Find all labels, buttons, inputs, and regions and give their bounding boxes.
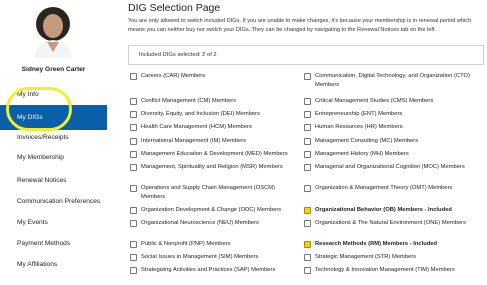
dig-checkbox[interactable] xyxy=(130,111,137,118)
dig-checkbox[interactable] xyxy=(130,207,137,214)
dig-option[interactable]: Management, Spirituality and Religion (M… xyxy=(130,163,300,172)
dig-option[interactable]: Human Resources (HR) Members xyxy=(304,123,484,132)
dig-checkbox[interactable] xyxy=(304,98,311,105)
dig-checkbox[interactable] xyxy=(304,124,311,131)
dig-checkbox[interactable] xyxy=(130,267,137,274)
dig-checkbox[interactable] xyxy=(130,151,137,158)
dig-option[interactable]: Strategizing Activities and Practices (S… xyxy=(130,266,300,275)
dig-label: Management History (MH) Members xyxy=(315,151,409,157)
dig-option[interactable]: Diversity, Equity, and Inclusion (DEI) M… xyxy=(130,110,300,119)
dig-label: Entrepreneurship (ENT) Members xyxy=(315,111,403,117)
dig-option[interactable]: Organizational Behavior (OB) Members - I… xyxy=(304,206,484,215)
selected-count-label: Included DIGs selected: 2 of 2 xyxy=(139,52,217,58)
dig-label: Conflict Management (CM) Members xyxy=(141,98,237,104)
dig-label: Operations and Supply Chain Management (… xyxy=(141,185,276,200)
nav-communication-preferences[interactable]: Communication Preferences xyxy=(0,191,107,213)
sidebar: Sidney Green Carter My Info My DIGs Invo… xyxy=(0,0,107,285)
dig-option[interactable]: Strategic Management (STR) Members xyxy=(304,253,484,262)
dig-label: Management Education & Development (MED)… xyxy=(141,151,288,157)
dig-option[interactable]: Entrepreneurship (ENT) Members xyxy=(304,110,484,119)
dig-label: Human Resources (HR) Members xyxy=(315,124,403,130)
dig-checkbox[interactable] xyxy=(304,220,311,227)
dig-label: International Management (IM) Members xyxy=(141,138,247,144)
dig-option[interactable]: Careers (CAR) Members xyxy=(130,72,300,81)
nav-renewal-notices[interactable]: Renewal Notices xyxy=(0,170,107,192)
dig-checkbox-checked[interactable] xyxy=(304,207,311,214)
selected-count-box: Included DIGs selected: 2 of 2 xyxy=(128,45,484,65)
dig-label: Technology & Innovation Management (TIM)… xyxy=(315,267,455,273)
avatar xyxy=(34,7,72,58)
nav-invoices-receipts[interactable]: Invoices/Receipts xyxy=(0,127,107,149)
dig-label: Organization Development & Change (ODC) … xyxy=(141,207,282,213)
dig-label: Social Issues in Management (SIM) Member… xyxy=(141,254,259,260)
dig-checkbox[interactable] xyxy=(304,164,311,171)
dig-label: Organizational Behavior (OB) Members - I… xyxy=(315,207,452,213)
dig-option[interactable]: Organizations & The Natural Environment … xyxy=(304,219,484,228)
dig-checkbox[interactable] xyxy=(130,185,137,192)
nav-my-info[interactable]: My Info xyxy=(0,84,107,106)
dig-label: Public & Nonprofit (PNP) Members xyxy=(141,241,231,247)
dig-option[interactable]: Management Education & Development (MED)… xyxy=(130,150,300,159)
dig-checkbox[interactable] xyxy=(304,267,311,274)
dig-option[interactable]: Communication, Digital Technology, and O… xyxy=(304,72,484,89)
main-content: DIG Selection Page You are only allowed … xyxy=(124,0,487,285)
dig-label: Organizational Neuroscience (NEU) Member… xyxy=(141,220,259,226)
dig-option[interactable]: Critical Management Studies (CMS) Member… xyxy=(304,97,484,106)
dig-option[interactable]: Managerial and Organizational Cognition … xyxy=(304,163,484,172)
dig-checkbox[interactable] xyxy=(304,138,311,145)
dig-option[interactable]: Social Issues in Management (SIM) Member… xyxy=(130,253,300,262)
dig-option[interactable]: Management History (MH) Members xyxy=(304,150,484,159)
dig-label: Diversity, Equity, and Inclusion (DEI) M… xyxy=(141,111,260,117)
dig-label: Strategic Management (STR) Members xyxy=(315,254,417,260)
dig-option[interactable]: Technology & Innovation Management (TIM)… xyxy=(304,266,484,275)
nav-my-membership[interactable]: My Membership xyxy=(0,147,107,169)
dig-label: Strategizing Activities and Practices (S… xyxy=(141,267,276,273)
dig-option[interactable]: Conflict Management (CM) Members xyxy=(130,97,300,106)
dig-option[interactable]: Public & Nonprofit (PNP) Members xyxy=(130,240,300,249)
page-title: DIG Selection Page xyxy=(128,2,221,14)
nav-payment-methods[interactable]: Payment Methods xyxy=(0,233,107,255)
dig-checkbox[interactable] xyxy=(130,138,137,145)
dig-checkbox[interactable] xyxy=(130,98,137,105)
dig-label: Managerial and Organizational Cognition … xyxy=(315,164,465,170)
dig-option[interactable]: Organizational Neuroscience (NEU) Member… xyxy=(130,219,300,228)
dig-option[interactable]: Operations and Supply Chain Management (… xyxy=(130,184,300,201)
dig-option[interactable]: Organization Development & Change (ODC) … xyxy=(130,206,300,215)
dig-checkbox[interactable] xyxy=(304,73,311,80)
dig-label: Management, Spirituality and Religion (M… xyxy=(141,164,283,170)
dig-checkbox[interactable] xyxy=(130,254,137,261)
dig-checkbox[interactable] xyxy=(130,124,137,131)
dig-checkbox[interactable] xyxy=(130,73,137,80)
dig-checkbox[interactable] xyxy=(304,185,311,192)
dig-checkbox[interactable] xyxy=(304,111,311,118)
dig-option[interactable]: Management Consulting (MC) Members xyxy=(304,137,484,146)
dig-option[interactable]: Organization & Management Theory (OMT) M… xyxy=(304,184,484,193)
dig-label: Research Methods (RM) Members - Included xyxy=(315,241,438,247)
dig-label: Health Care Management (HCM) Members xyxy=(141,124,252,130)
dig-label: Communication, Digital Technology, and O… xyxy=(315,73,470,88)
dig-label: Organization & Management Theory (OMT) M… xyxy=(315,185,453,191)
dig-label: Critical Management Studies (CMS) Member… xyxy=(315,98,434,104)
dig-checkbox-checked[interactable] xyxy=(304,241,311,248)
dig-checkbox[interactable] xyxy=(304,151,311,158)
nav-my-affiliations[interactable]: My Affiliations xyxy=(0,254,107,276)
dig-option[interactable]: International Management (IM) Members xyxy=(130,137,300,146)
dig-checkbox[interactable] xyxy=(304,254,311,261)
dig-checkbox[interactable] xyxy=(130,220,137,227)
user-name: Sidney Green Carter xyxy=(21,66,86,73)
dig-label: Management Consulting (MC) Members xyxy=(315,138,419,144)
dig-checkbox[interactable] xyxy=(130,241,137,248)
nav-my-events[interactable]: My Events xyxy=(0,212,107,234)
dig-checkbox[interactable] xyxy=(130,164,137,171)
intro-text: You are only allowed to switch included … xyxy=(128,18,472,33)
dig-option[interactable]: Research Methods (RM) Members - Included xyxy=(304,240,484,249)
dig-label: Organizations & The Natural Environment … xyxy=(315,220,466,226)
dig-option[interactable]: Health Care Management (HCM) Members xyxy=(130,123,300,132)
dig-label: Careers (CAR) Members xyxy=(141,73,206,79)
